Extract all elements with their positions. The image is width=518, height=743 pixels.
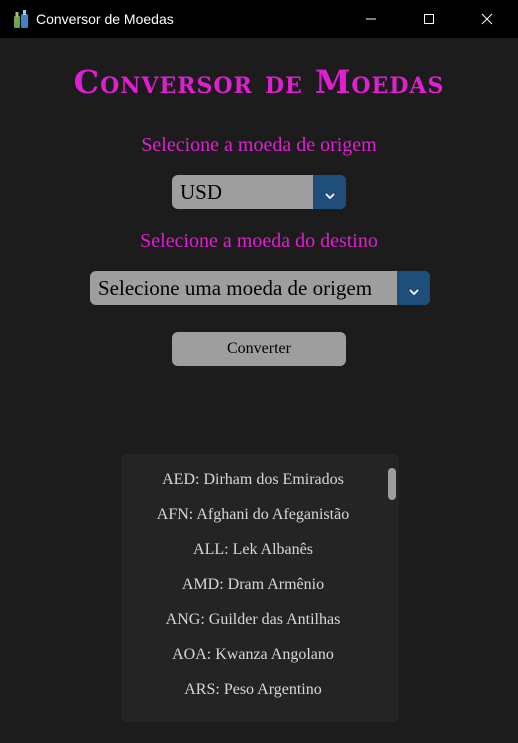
origem-dropdown-button[interactable]	[313, 175, 346, 209]
currency-list: AED: Dirham dos Emirados AFN: Afghani do…	[121, 462, 385, 707]
title-bar: Conversor de Moedas	[0, 0, 518, 38]
origem-label: Selecione a moeda de origem	[141, 134, 377, 156]
app-window: Conversor de Moedas Selecione a moeda de…	[0, 38, 518, 743]
page-title: Conversor de Moedas	[73, 63, 445, 101]
minimize-icon	[365, 13, 377, 25]
convert-button[interactable]: Converter	[172, 332, 346, 366]
currency-list-item[interactable]: ARS: Peso Argentino	[121, 672, 385, 707]
destino-dropdown[interactable]: Selecione uma moeda de origem	[90, 271, 430, 305]
currency-list-item[interactable]: AED: Dirham dos Emirados	[121, 462, 385, 497]
origem-selected-value: USD	[180, 180, 223, 204]
chevron-down-icon	[408, 276, 419, 301]
scrollbar-thumb[interactable]	[388, 468, 396, 500]
chevron-down-icon	[324, 180, 335, 205]
currency-list-panel[interactable]: AED: Dirham dos Emirados AFN: Afghani do…	[121, 454, 399, 722]
minimize-button[interactable]	[348, 0, 394, 38]
currency-list-item[interactable]: ANG: Guilder das Antilhas	[121, 602, 385, 637]
destino-dropdown-button[interactable]	[397, 271, 430, 305]
currency-list-item[interactable]: ALL: Lek Albanês	[121, 532, 385, 567]
destino-selected-value: Selecione uma moeda de origem	[98, 276, 373, 300]
currency-list-item[interactable]: AFN: Afghani do Afeganistão	[121, 497, 385, 532]
destino-label: Selecione a moeda do destino	[140, 230, 378, 252]
scrollbar[interactable]	[388, 468, 396, 718]
maximize-icon	[423, 13, 435, 25]
close-button[interactable]	[464, 0, 510, 38]
currency-list-item[interactable]: AOA: Kwanza Angolano	[121, 637, 385, 672]
maximize-button[interactable]	[406, 0, 452, 38]
bottles-app-icon	[12, 9, 30, 29]
window-title: Conversor de Moedas	[36, 11, 174, 27]
close-icon	[481, 13, 493, 25]
currency-list-item[interactable]: AMD: Dram Armênio	[121, 567, 385, 602]
origem-dropdown[interactable]: USD	[172, 175, 346, 209]
